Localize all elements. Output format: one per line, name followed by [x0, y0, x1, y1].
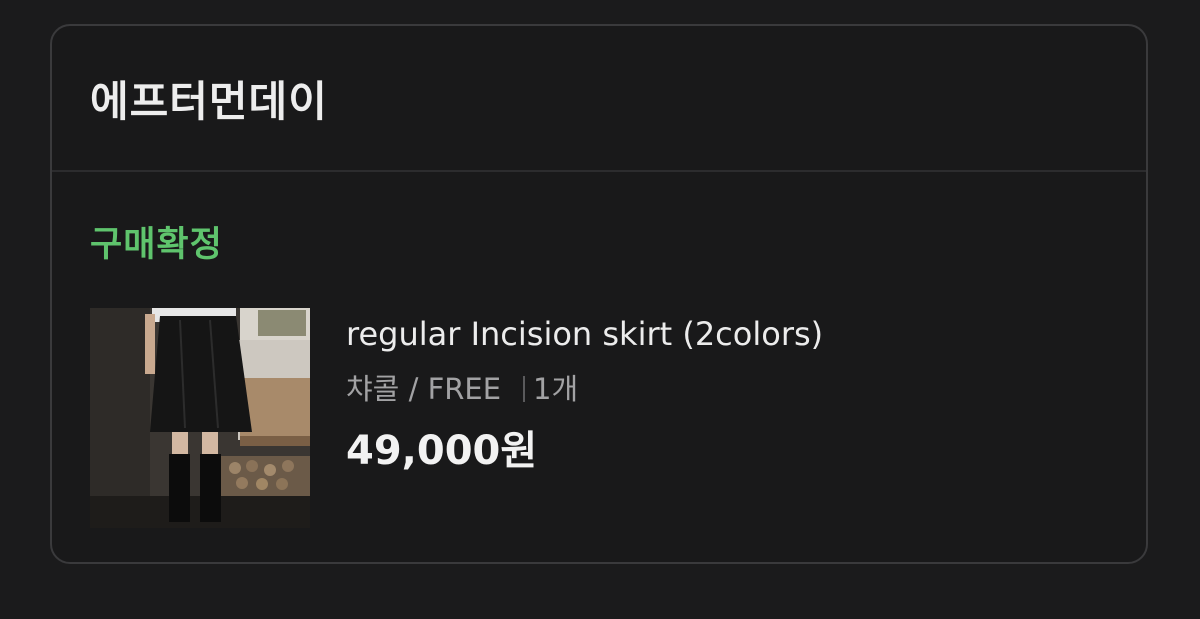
product-option: 챠콜 / FREE — [346, 372, 502, 406]
shop-name[interactable]: 에프터먼데이 — [90, 68, 328, 129]
order-card[interactable]: 에프터먼데이 구매확정 regular Incision skirt (2col… — [50, 24, 1148, 564]
product-thumbnail[interactable] — [90, 308, 310, 528]
product-row[interactable]: regular Incision skirt (2colors) 챠콜 / FR… — [90, 308, 823, 528]
order-status-label: 구매확정 — [90, 225, 223, 265]
product-quantity: 1개 — [533, 372, 579, 406]
product-price: 49,000원 — [346, 428, 538, 474]
product-info: regular Incision skirt (2colors) 챠콜 / FR… — [346, 308, 823, 528]
shop-header: 에프터먼데이 — [52, 26, 1146, 172]
product-option-line: 챠콜 / FREE 1개 — [346, 372, 823, 406]
product-title[interactable]: regular Incision skirt (2colors) — [346, 314, 823, 354]
option-divider — [523, 376, 526, 402]
order-body: 구매확정 regular Incision skirt (2colors) 챠콜… — [52, 172, 1146, 528]
